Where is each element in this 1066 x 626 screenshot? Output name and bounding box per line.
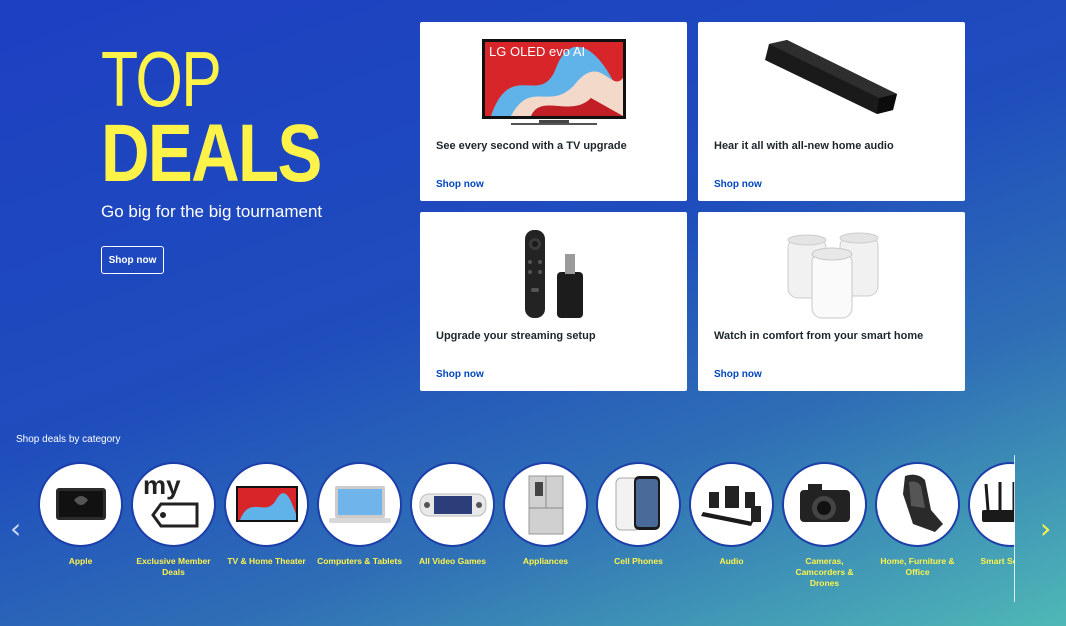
my-tag-icon: my	[131, 462, 216, 547]
category-tv-home-theater[interactable]: TV & Home Theater	[224, 462, 309, 567]
massage-chair-icon	[875, 462, 960, 547]
category-label: Cameras, Camcorders & Drones	[795, 556, 854, 588]
category-label: TV & Home Theater	[227, 556, 306, 566]
tv-icon	[224, 462, 309, 547]
hero-title-top: TOP	[101, 35, 222, 123]
carousel-prev-icon[interactable]: ‹	[10, 512, 21, 545]
laptop-icon	[38, 462, 123, 547]
categories-heading: Shop deals by category	[16, 434, 121, 445]
category-label: Audio	[719, 556, 744, 566]
category-label: All Video Games	[419, 556, 486, 566]
promo-card-title: See every second with a TV upgrade	[436, 140, 627, 152]
promo-card-link[interactable]: Shop now	[436, 369, 484, 380]
category-audio[interactable]: Audio	[689, 462, 774, 567]
hero-shop-now-button[interactable]: Shop now	[101, 246, 164, 274]
camera-icon	[782, 462, 867, 547]
category-cameras[interactable]: Cameras, Camcorders & Drones	[782, 462, 867, 589]
promo-card-streaming[interactable]: Upgrade your streaming setup Shop now	[420, 212, 687, 391]
promo-card-audio[interactable]: Hear it all with all-new home audio Shop…	[698, 22, 965, 201]
category-cell-phones[interactable]: Cell Phones	[596, 462, 681, 567]
category-smart-security[interactable]: Smart Security	[968, 462, 1015, 567]
svg-text:my: my	[143, 470, 181, 500]
promo-card-link[interactable]: Shop now	[436, 179, 484, 190]
category-label: Cell Phones	[614, 556, 663, 566]
hero-title-deals: DEALS	[101, 108, 322, 199]
category-label: Smart Security	[980, 556, 1016, 566]
refrigerator-icon	[503, 462, 588, 547]
mesh-wifi-image	[782, 228, 882, 320]
category-label: Computers & Tablets	[317, 556, 402, 566]
hero-section: TOP DEALS Go big for the big tournament	[101, 35, 401, 222]
handheld-console-icon	[410, 462, 495, 547]
carousel-edge-divider	[1014, 455, 1015, 602]
category-label: Exclusive Member Deals	[136, 556, 211, 577]
category-video-games[interactable]: All Video Games	[410, 462, 495, 567]
streaming-stick-image	[519, 228, 589, 320]
category-label: Home, Furniture & Office	[880, 556, 955, 577]
category-home-furniture-office[interactable]: Home, Furniture & Office	[875, 462, 960, 578]
oled-tv-image: LG OLED evo AI	[481, 38, 627, 126]
category-label: Apple	[68, 556, 93, 566]
category-carousel: Apple my Exclusive Member Deals TV & Hom…	[38, 462, 1015, 622]
promo-card-link[interactable]: Shop now	[714, 179, 762, 190]
category-member-deals[interactable]: my Exclusive Member Deals	[131, 462, 216, 578]
category-label: Appliances	[522, 556, 569, 566]
promo-card-title: Watch in comfort from your smart home	[714, 330, 924, 342]
svg-text:LG OLED evo AI: LG OLED evo AI	[489, 44, 585, 59]
phone-icon	[596, 462, 681, 547]
promo-card-title: Hear it all with all-new home audio	[714, 140, 894, 152]
soundbar-image	[757, 36, 907, 128]
router-icon	[968, 462, 1015, 547]
category-appliances[interactable]: Appliances	[503, 462, 588, 567]
laptop-icon	[317, 462, 402, 547]
category-computers-tablets[interactable]: Computers & Tablets	[317, 462, 402, 567]
category-apple[interactable]: Apple	[38, 462, 123, 567]
promo-card-smart-home[interactable]: Watch in comfort from your smart home Sh…	[698, 212, 965, 391]
hero-subtitle: Go big for the big tournament	[101, 202, 323, 221]
promo-card-link[interactable]: Shop now	[714, 369, 762, 380]
carousel-next-icon[interactable]: ›	[1040, 512, 1051, 545]
promo-card-title: Upgrade your streaming setup	[436, 330, 596, 342]
speakers-icon	[689, 462, 774, 547]
promo-card-tv[interactable]: LG OLED evo AI See every second with a T…	[420, 22, 687, 201]
